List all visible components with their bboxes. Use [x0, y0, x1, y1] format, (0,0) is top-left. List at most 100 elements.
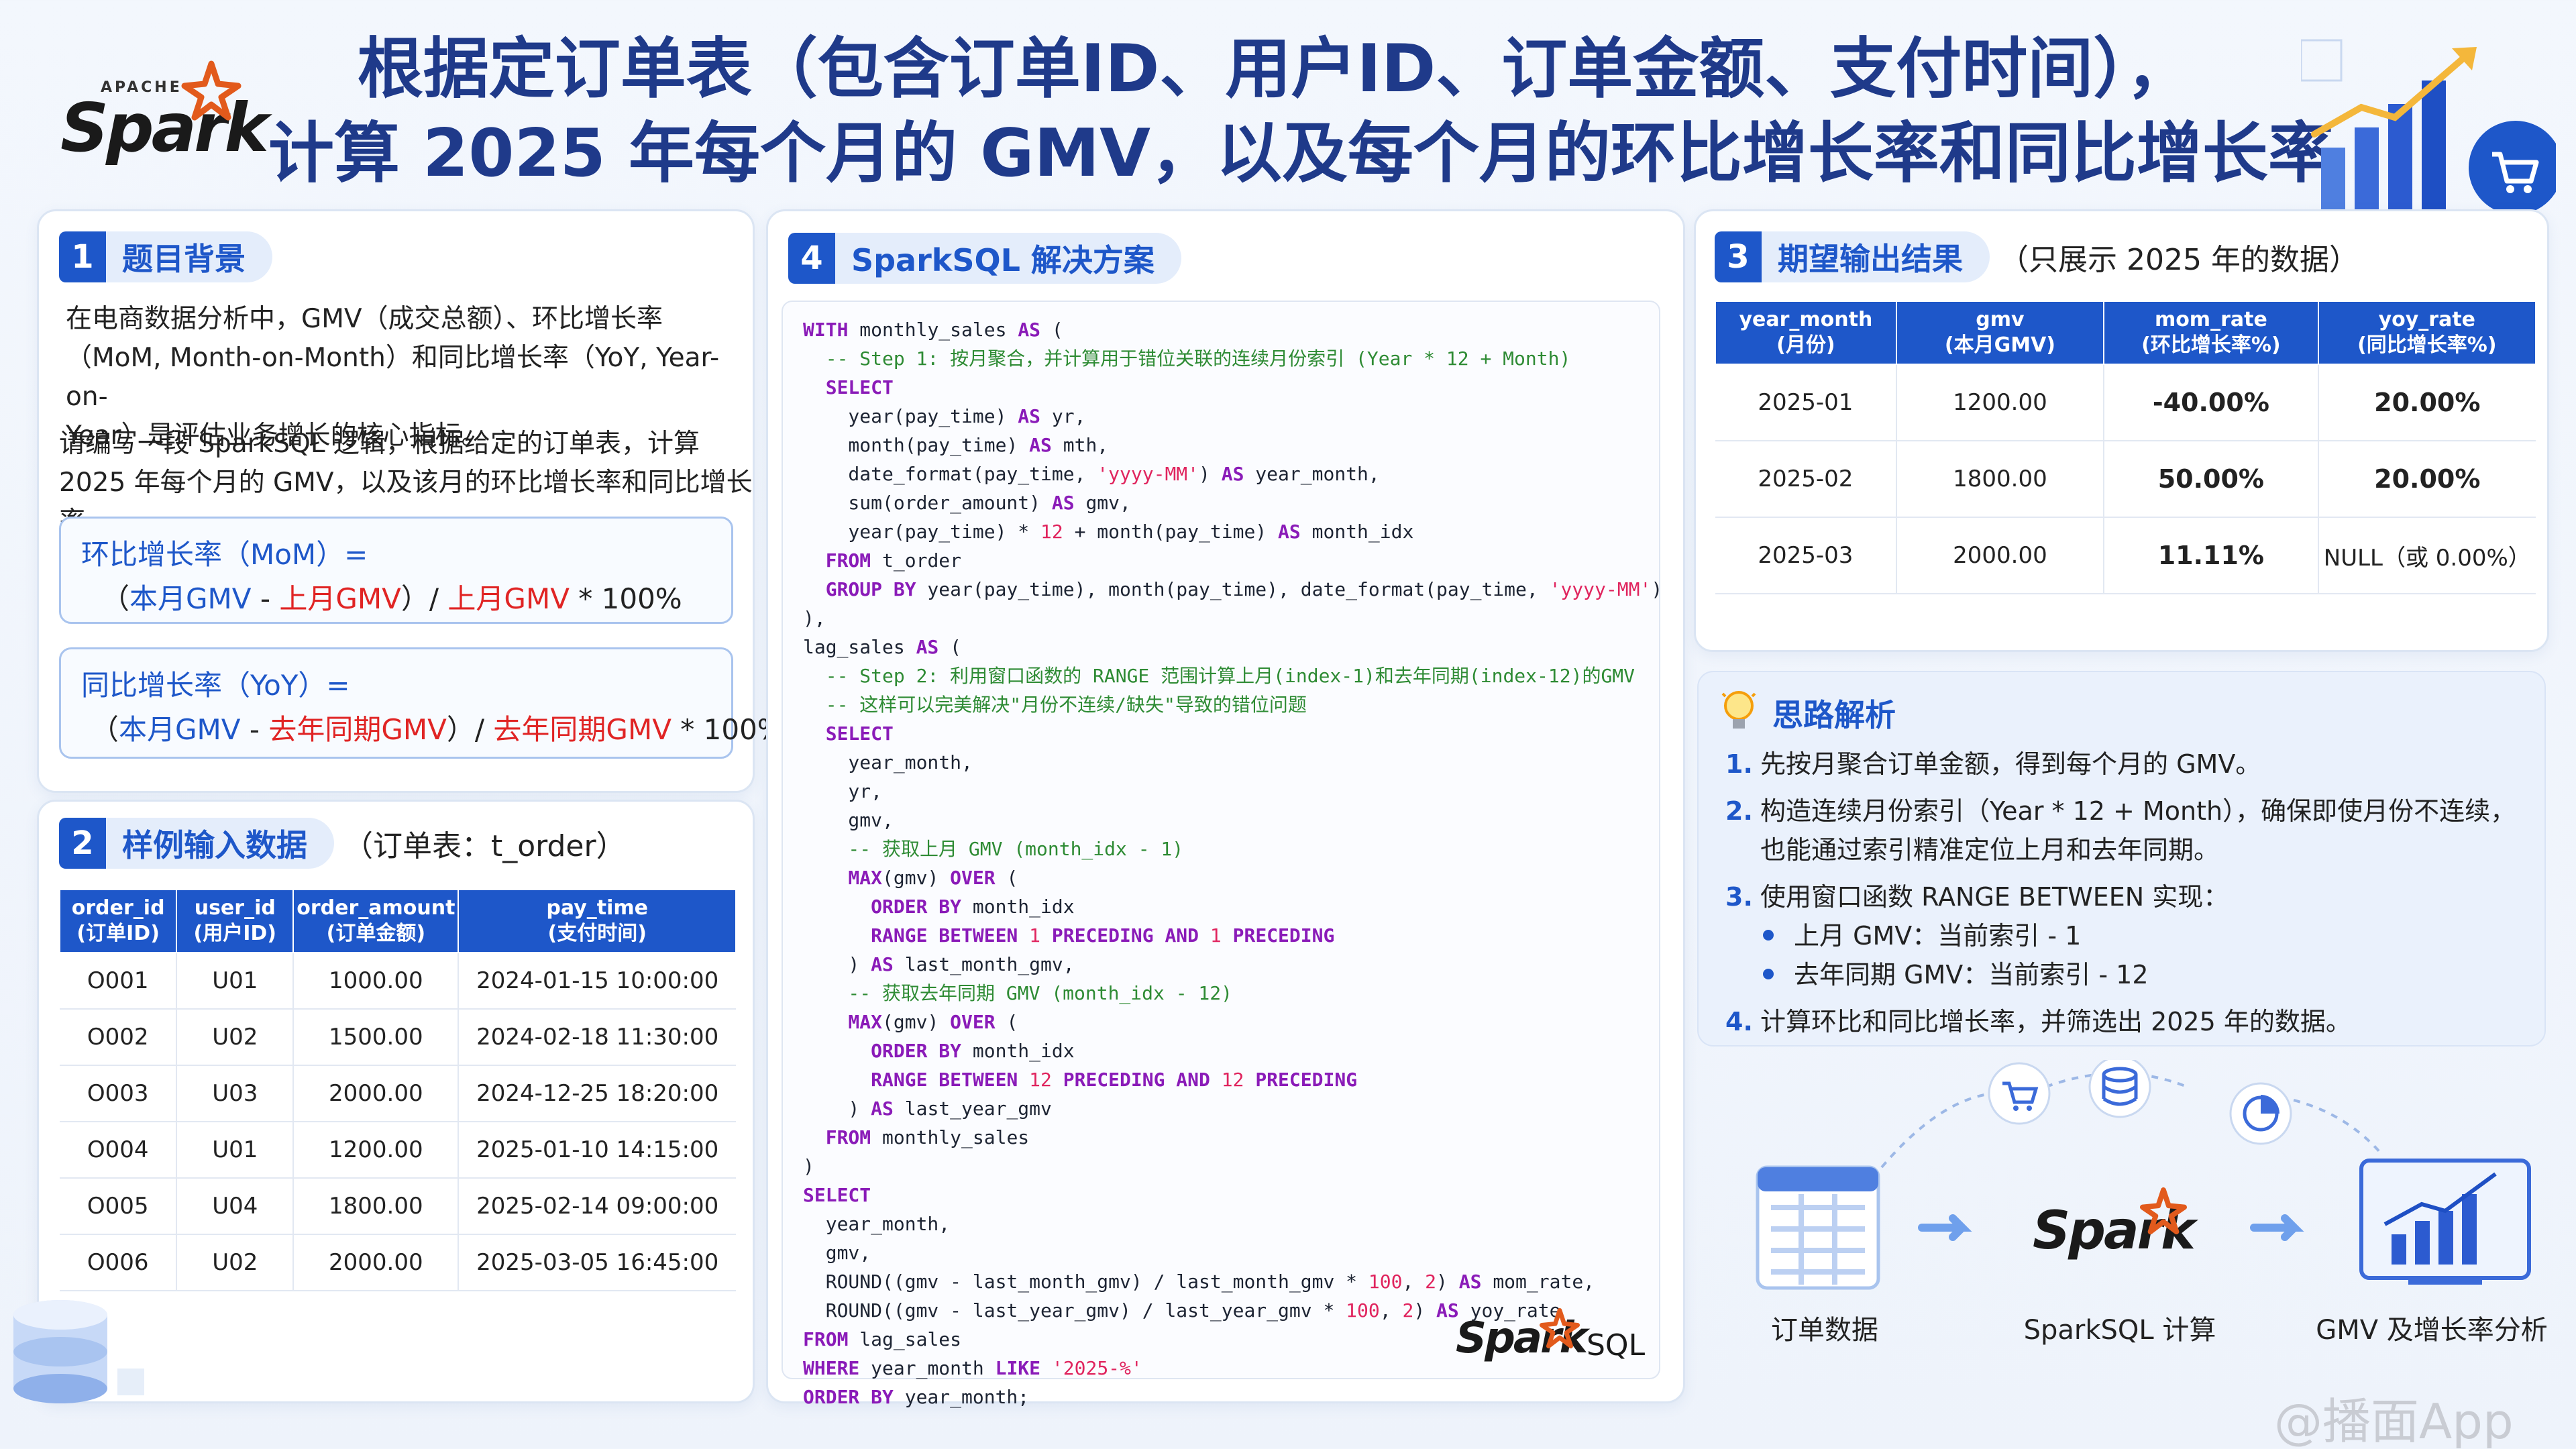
code-token: -- Step 1: 按月聚合，并计算用于错位关联的连续月份索引 (Year *… — [803, 347, 1571, 370]
table-cell: NULL（或 0.00%） — [2318, 517, 2536, 594]
code-token: 1 — [1210, 924, 1222, 947]
code-token: AS — [1029, 434, 1052, 456]
yoy-formula-box: 同比增长率（YoY）= （本月GMV - 去年同期GMV）/ 去年同期GMV *… — [59, 647, 784, 759]
column-header: year_month (月份) — [1715, 301, 1897, 365]
code-line: gmv, — [803, 1238, 1662, 1267]
code-line: ) — [803, 1152, 1662, 1181]
code-token: ) — [803, 1155, 814, 1177]
code-token: AS — [1458, 1271, 1482, 1293]
code-token: ORDER BY — [803, 896, 962, 918]
section3-header: 3 期望输出结果 （只展示 2025 年的数据） — [1715, 231, 2359, 282]
code-token: year_month, — [803, 751, 973, 773]
code-token: SELECT — [803, 376, 894, 398]
table-cell: O003 — [60, 1065, 178, 1122]
table-cell: 50.00% — [2104, 441, 2319, 518]
item-number: 4. — [1725, 1007, 1753, 1036]
table-row: 2025-01 1200.00 -40.00% 20.00% — [1715, 364, 2536, 441]
table-header-row: year_month (月份) gmv (本月GMV) mom_rate (环比增长率… — [1715, 301, 2537, 365]
code-token: ( — [995, 867, 1018, 889]
item-number: 1. — [1725, 749, 1753, 779]
table-cell: 2025-02 — [1715, 441, 1897, 518]
sparksql-logo: Spark SQL — [1456, 1308, 1650, 1368]
code-line: lag_sales AS ( — [803, 633, 1662, 661]
table-cell: U02 — [176, 1234, 294, 1291]
table-cell: 1500.00 — [293, 1009, 460, 1066]
section-number: 3 — [1715, 231, 1762, 282]
code-line: SELECT — [803, 719, 1662, 748]
header-subtext: (订单ID) — [76, 922, 160, 945]
sub-item-text: 上月 GMV：当前索引 - 1 — [1794, 921, 2082, 951]
column-header: order_id (订单ID) — [58, 889, 178, 953]
table-row: O002 U02 1500.00 2024-02-18 11:30:00 — [60, 1009, 736, 1066]
table-row: O005 U04 1800.00 2025-02-14 09:00:00 — [60, 1178, 736, 1235]
term-last-month-gmv: 上月GMV — [279, 582, 401, 615]
database-cylinder-icon — [13, 1300, 144, 1403]
code-token: ( — [1040, 319, 1063, 341]
growth-chart-cart-illustration — [2301, 39, 2556, 215]
section-expected-output-panel: 3 期望输出结果 （只展示 2025 年的数据） year_month (月份) … — [1694, 209, 2549, 652]
code-token: -- 获取去年同期 GMV (month_idx - 12) — [803, 982, 1233, 1004]
code-token: 'yyyy-MM' — [1549, 578, 1652, 600]
code-line: MAX(gmv) OVER ( — [803, 1008, 1662, 1036]
idea-analysis-panel: 思路解析 1. 先按月聚合订单金额，得到每个月的 GMV。 2. 构造连续月份索引（… — [1697, 671, 2546, 1046]
table-cell: 20.00% — [2318, 441, 2536, 518]
code-line: -- 获取上月 GMV (month_idx - 1) — [803, 835, 1662, 863]
lightbulb-icon — [1721, 691, 1756, 729]
code-token: WHERE — [803, 1357, 860, 1379]
code-token: FROM — [803, 1328, 849, 1350]
item-text: 使用窗口函数 RANGE BETWEEN 实现： — [1760, 882, 2229, 912]
code-line: -- Step 1: 按月聚合，并计算用于错位关联的连续月份索引 (Year *… — [803, 344, 1662, 373]
code-line: WITH monthly_sales AS ( — [803, 315, 1662, 344]
code-token: year_month — [859, 1357, 996, 1379]
code-token: 100 — [1346, 1299, 1380, 1322]
code-token: sum(order_amount) — [803, 492, 1052, 514]
code-token: AS — [871, 953, 894, 975]
code-line: ORDER BY month_idx — [803, 892, 1662, 921]
column-header: mom_rate (环比增长率%) — [2103, 301, 2319, 365]
spark-logo: APACHE Spark — [54, 54, 269, 168]
sql-code[interactable]: WITH monthly_sales AS ( -- Step 1: 按月聚合，… — [803, 315, 1662, 1411]
code-token: SELECT — [803, 1184, 871, 1206]
code-token: AS — [871, 1097, 894, 1120]
code-token: PRECEDING AND — [1063, 1069, 1210, 1091]
code-token: ), — [803, 607, 826, 629]
item-text: 也能通过索引精准定位上月和去年同期。 — [1760, 835, 2220, 865]
code-token: 2 — [1425, 1271, 1437, 1293]
list-item: 4. 计算环比和同比增长率，并筛选出 2025 年的数据。 — [1725, 1002, 2516, 1041]
item-number: 2. — [1725, 796, 1753, 826]
title-line-1: 根据定订单表（包含订单ID、用户ID、订单金额、支付时间）， — [357, 31, 2192, 107]
code-line: gmv, — [803, 806, 1662, 835]
code-token: 'yyyy-MM' — [1097, 463, 1199, 485]
operator: ）/ — [446, 713, 494, 746]
paren: （ — [91, 713, 119, 746]
term-last-year-gmv: 去年同期GMV — [268, 713, 447, 746]
database-icon — [2088, 1060, 2151, 1118]
table-row: 2025-03 2000.00 11.11% NULL（或 0.00%） — [1715, 517, 2536, 594]
section-title: 期望输出结果 — [1762, 231, 1990, 282]
table-cell: 2000.00 — [293, 1065, 460, 1122]
table-row: O004 U01 1200.00 2025-01-10 14:15:00 — [60, 1122, 736, 1179]
code-line: SELECT — [803, 373, 1662, 402]
item-text: 计算环比和同比增长率，并筛选出 2025 年的数据。 — [1760, 1007, 2351, 1036]
section-title: SparkSQL 解决方案 — [835, 233, 1181, 284]
table-cell: U02 — [176, 1009, 294, 1066]
header-subtext: (月份) — [1776, 333, 1835, 357]
header-subtext: (订单金额) — [326, 922, 426, 945]
code-line: RANGE BETWEEN 1 PRECEDING AND 1 PRECEDIN… — [803, 921, 1662, 950]
code-token: 12 — [1040, 521, 1063, 543]
code-token: SELECT — [803, 722, 894, 745]
code-token: mth, — [1051, 434, 1109, 456]
code-token: gmv, — [1074, 492, 1131, 514]
code-token: AS — [1051, 492, 1075, 514]
code-line: ), — [803, 604, 1662, 633]
code-token: lag_sales — [848, 1328, 962, 1350]
code-token: month_idx — [961, 1040, 1075, 1062]
table-cell: U01 — [176, 953, 294, 1010]
sql-code-block[interactable]: WITH monthly_sales AS ( -- Step 1: 按月聚合，… — [782, 301, 1662, 1408]
code-line: -- 这样可以完美解决"月份不连续/缺失"导致的错位问题 — [803, 690, 1662, 719]
code-token: -- 这样可以完美解决"月份不连续/缺失"导致的错位问题 — [803, 694, 1307, 716]
code-token: 12 — [1029, 1069, 1052, 1091]
code-token: PRECEDING — [1232, 924, 1335, 947]
item-number: 3. — [1725, 882, 1753, 912]
